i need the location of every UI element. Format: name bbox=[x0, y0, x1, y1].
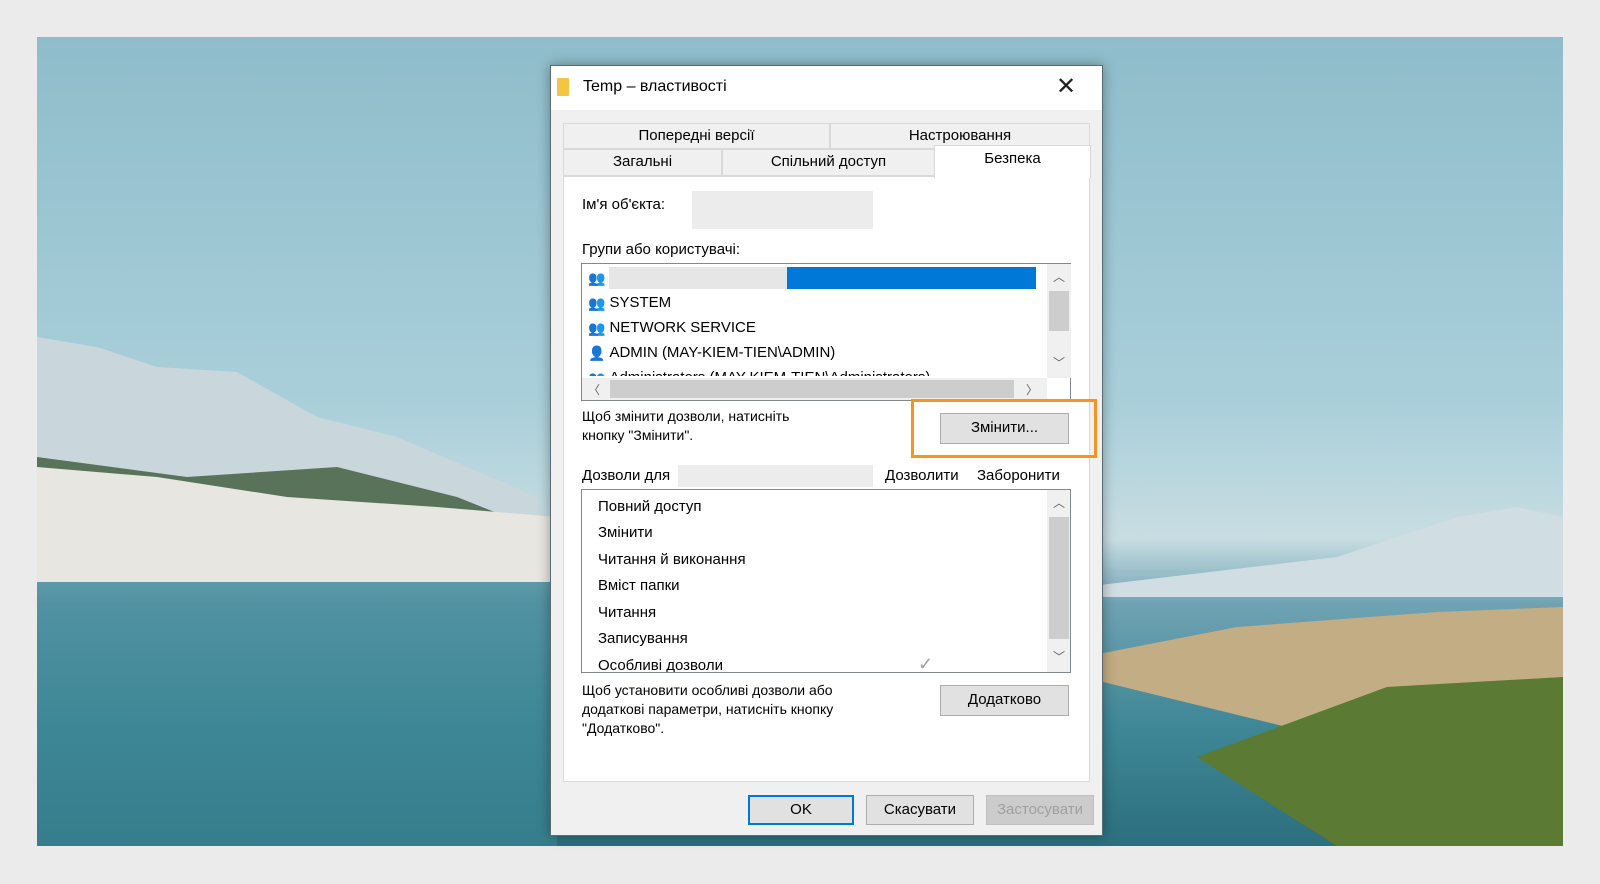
permission-row: Змінити bbox=[598, 524, 653, 541]
horizontal-scrollbar[interactable]: 〈 〉 bbox=[582, 378, 1047, 400]
vertical-scrollbar[interactable]: ︿ ﹀ bbox=[1047, 264, 1071, 378]
tab-previous-versions[interactable]: Попередні версії bbox=[563, 123, 830, 149]
group-icon: 👥 bbox=[588, 295, 606, 311]
checkmark-icon: ✓ bbox=[918, 654, 934, 673]
user-name: NETWORK SERVICE bbox=[609, 319, 756, 336]
list-item[interactable]: 👤 ADMIN (MAY-KIEM-TIEN\ADMIN) bbox=[588, 341, 835, 365]
scroll-right-icon[interactable]: 〉 bbox=[1020, 381, 1044, 398]
selection-highlight bbox=[787, 267, 1037, 289]
allow-header: Дозволити bbox=[885, 467, 959, 484]
permission-row: Читання bbox=[598, 604, 657, 621]
folder-icon bbox=[557, 78, 569, 96]
object-name-label: Ім'я об'єкта: bbox=[582, 196, 666, 213]
tab-sharing[interactable]: Спільний доступ bbox=[722, 149, 935, 176]
permission-row: Особливі дозволи bbox=[598, 657, 723, 673]
permissions-list[interactable]: Повний доступ Змінити Читання й виконанн… bbox=[581, 489, 1071, 673]
user-icon: 👤 bbox=[588, 345, 606, 361]
scroll-down-icon[interactable]: ﹀ bbox=[1047, 354, 1071, 371]
permissions-for-value bbox=[678, 465, 873, 487]
permissions-for-label: Дозволи для bbox=[582, 467, 671, 484]
scroll-up-icon[interactable]: ︿ bbox=[1047, 494, 1070, 511]
advanced-hint-line3: "Додатково". bbox=[582, 720, 665, 736]
scrollbar-thumb[interactable] bbox=[1049, 517, 1069, 639]
tab-general[interactable]: Загальні bbox=[563, 149, 722, 176]
cancel-button[interactable]: Скасувати bbox=[866, 795, 974, 825]
permission-row: Записування bbox=[598, 630, 688, 647]
permission-row: Повний доступ bbox=[598, 498, 702, 515]
deny-header: Заборонити bbox=[977, 467, 1060, 484]
list-item-selected[interactable]: 👥 bbox=[588, 266, 1046, 290]
advanced-hint-line2: додаткові параметри, натисніть кнопку bbox=[582, 701, 834, 717]
change-hint-line2: кнопку "Змінити". bbox=[582, 427, 694, 443]
object-name-value bbox=[692, 191, 873, 229]
advanced-hint-line1: Щоб установити особливі дозволи або bbox=[582, 682, 833, 698]
ok-button[interactable]: OK bbox=[748, 795, 854, 825]
apply-button[interactable]: Застосувати bbox=[986, 795, 1094, 825]
user-name: SYSTEM bbox=[609, 294, 672, 311]
user-name bbox=[609, 267, 788, 289]
scrollbar-thumb[interactable] bbox=[1049, 291, 1069, 331]
window-title: Temp – властивості bbox=[583, 78, 727, 95]
list-item[interactable]: 👥 SYSTEM bbox=[588, 291, 671, 315]
group-icon: 👥 bbox=[588, 270, 606, 286]
scroll-left-icon[interactable]: 〈 bbox=[582, 381, 606, 398]
properties-dialog: Temp – властивості ✕ Попередні версії На… bbox=[550, 65, 1103, 836]
user-name: Administrators (MAY-KIEM-TIEN\Administra… bbox=[609, 366, 930, 376]
scrollbar-thumb[interactable] bbox=[610, 380, 1014, 398]
group-icon: 👥 bbox=[588, 320, 606, 336]
title-bar[interactable]: Temp – властивості ✕ bbox=[551, 66, 1102, 110]
user-name: ADMIN (MAY-KIEM-TIEN\ADMIN) bbox=[609, 344, 836, 361]
permission-row: Читання й виконання bbox=[598, 551, 746, 568]
change-button[interactable]: Змінити... bbox=[940, 413, 1069, 444]
change-hint-line1: Щоб змінити дозволи, натисніть bbox=[582, 408, 790, 424]
group-icon: 👥 bbox=[588, 366, 605, 376]
users-list[interactable]: 👥 👥 SYSTEM 👥 NETWORK SERVICE 👤 ADMIN (MAY-K… bbox=[581, 263, 1071, 401]
scroll-down-icon[interactable]: ﹀ bbox=[1047, 648, 1070, 665]
groups-label: Групи або користувачі: bbox=[582, 241, 741, 258]
close-icon[interactable]: ✕ bbox=[1051, 72, 1081, 102]
scroll-up-icon[interactable]: ︿ bbox=[1047, 268, 1071, 285]
permission-row: Вміст папки bbox=[598, 577, 680, 594]
vertical-scrollbar[interactable]: ︿ ﹀ bbox=[1047, 490, 1070, 672]
advanced-button[interactable]: Додатково bbox=[940, 685, 1069, 716]
list-item[interactable]: 👥 Administrators (MAY-KIEM-TIEN\Administr… bbox=[588, 366, 930, 376]
tab-security[interactable]: Безпека bbox=[934, 145, 1091, 178]
list-item[interactable]: 👥 NETWORK SERVICE bbox=[588, 316, 756, 340]
